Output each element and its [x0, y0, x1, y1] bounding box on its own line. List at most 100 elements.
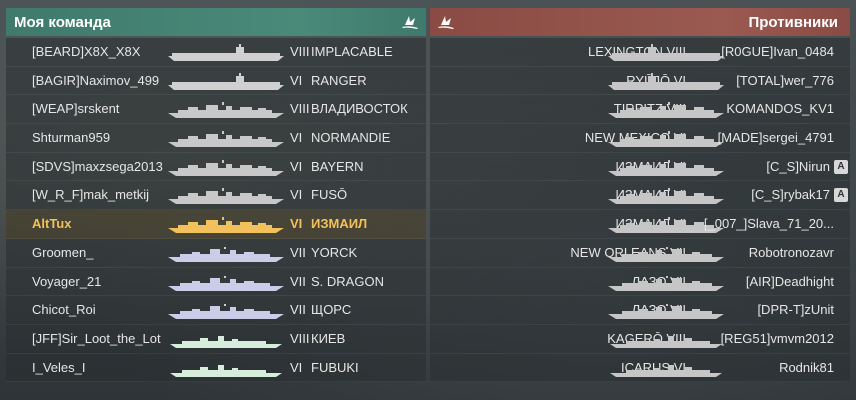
player-name: [JFF]Sir_Loot_the_Lot	[32, 330, 161, 346]
my-team-panel: Моя команда [BEARD]X8X_X8X VIII IMPLACABLE…	[6, 8, 426, 396]
player-name: AltTux	[32, 216, 72, 232]
division-badge-icon: A	[834, 159, 848, 174]
player-row[interactable]: [WEAP]srskent VIII ВЛАДИВОСТОК	[6, 95, 426, 125]
ship-silhouette-icon	[166, 72, 286, 91]
ship-silhouette-icon	[606, 245, 726, 263]
ship-silhouette-icon	[606, 187, 726, 205]
ship-name: S. DRAGON	[311, 273, 384, 289]
player-name: [C_S]rybak17	[751, 187, 830, 203]
enemy-team-panel: Противники LEXINGTON VIII [R0GUE]Ivan_048…	[430, 8, 850, 396]
player-row[interactable]: ЛАЗО VII[AIR]Deadhight	[430, 267, 850, 297]
ship-silhouette-icon	[606, 72, 726, 91]
ship-silhouette-icon	[606, 302, 726, 320]
ship-tier: VII	[290, 302, 306, 318]
ship-tier: VI	[290, 158, 303, 174]
player-name: [WEAP]srskent	[32, 101, 120, 117]
player-row[interactable]: ИЗМАИЛ VI[C_S]NirunA	[430, 152, 850, 182]
my-team-title: Моя команда	[14, 13, 111, 31]
player-name: [_007_]Slava_71_20...	[703, 216, 834, 232]
player-row[interactable]: RYŪJŌ VI[TOTAL]wer_776	[430, 66, 850, 96]
player-row[interactable]: ICARUS VI Rodnik81	[430, 353, 850, 383]
player-name: [R0GUE]Ivan_0484	[721, 44, 834, 59]
ship-name: BAYERN	[311, 158, 364, 174]
ship-name: КИЕВ	[311, 330, 346, 346]
ship-silhouette-icon	[166, 187, 286, 205]
ship-silhouette-icon	[166, 360, 286, 378]
player-row[interactable]: ИЗМАИЛ VI[_007_]Slava_71_20...	[430, 210, 850, 239]
ship-silhouette-icon	[606, 44, 726, 62]
player-name: Robotronozavr	[748, 244, 834, 260]
player-row[interactable]: NEW MEXICO VI[MADE]sergei_4791	[430, 124, 850, 153]
my-team-list: [BEARD]X8X_X8X VIII IMPLACABLE [BAGIR]Naxim…	[6, 38, 426, 383]
ship-tier: VI	[290, 72, 303, 88]
player-row[interactable]: TIRPITZ VIIIKOMANDOS_KV1	[430, 95, 850, 125]
ship-silhouette-icon	[606, 331, 726, 349]
ship-name: ВЛАДИВОСТОК	[311, 101, 408, 117]
ship-name: IMPLACABLE	[311, 44, 393, 59]
ship-silhouette-icon	[166, 302, 286, 320]
ship-silhouette-icon	[166, 274, 286, 292]
player-row[interactable]: Voyager_21 VII S. DRAGON	[6, 267, 426, 297]
ship-name: NORMANDIE	[311, 130, 391, 146]
ship-name: RANGER	[311, 72, 367, 88]
player-row[interactable]: Shturman959 VI NORMANDIE	[6, 124, 426, 153]
player-name: [BEARD]X8X_X8X	[32, 44, 141, 59]
ship-silhouette-icon	[166, 245, 286, 263]
division-badge-icon: A	[834, 188, 848, 203]
ship-tier: VIII	[290, 101, 310, 117]
player-row[interactable]: KAGERŌ VIII [REG51]vmvm2012	[430, 324, 850, 354]
player-row[interactable]: [SDVS]maxzsega2013 VI BAYERN	[6, 152, 426, 182]
player-name: Chicot_Roi	[32, 302, 96, 318]
enemy-team-title: Противники	[748, 13, 838, 31]
ship-silhouette-icon	[606, 101, 726, 119]
ship-silhouette-icon	[166, 44, 286, 62]
my-team-header: Моя команда	[6, 8, 426, 36]
ship-silhouette-icon	[166, 159, 286, 177]
ship-silhouette-icon	[166, 216, 286, 234]
player-row[interactable]: [BAGIR]Naximov_499 VI RANGER	[6, 66, 426, 96]
ship-tier: VIII	[290, 330, 310, 346]
player-row[interactable]: Groomen_ VII YORCK	[6, 238, 426, 268]
ship-tier: VI	[290, 216, 303, 232]
ship-name: ЩОРС	[311, 302, 352, 318]
player-row[interactable]: ЛАЗО VII[DPR-T]zUnit	[430, 296, 850, 325]
player-name: Shturman959	[32, 130, 111, 146]
player-name: [SDVS]maxzsega2013	[32, 158, 163, 174]
player-row[interactable]: [BEARD]X8X_X8X VIII IMPLACABLE	[6, 38, 426, 67]
ship-name: YORCK	[311, 244, 358, 260]
ship-tier: VI	[290, 187, 303, 203]
player-name: [W_R_F]mak_metkij	[32, 187, 150, 203]
player-name: I_Veles_I	[32, 359, 86, 375]
player-row[interactable]: I_Veles_I VI FUBUKI	[6, 353, 426, 383]
ship-silhouette-icon	[606, 360, 726, 378]
ship-name: ИЗМАИЛ	[311, 216, 368, 232]
ship-tier: VII	[290, 273, 306, 289]
ship-silhouette-icon	[166, 101, 286, 119]
ship-tier: VI	[290, 359, 303, 375]
ship-name: FUBUKI	[311, 359, 359, 375]
ship-silhouette-icon	[606, 274, 726, 292]
ship-silhouette-icon	[166, 331, 286, 349]
player-row[interactable]: [W_R_F]mak_metkij VI FUSŌ	[6, 181, 426, 211]
player-row[interactable]: AltTux VI ИЗМАИЛ	[6, 210, 426, 239]
ship-silhouette-icon	[166, 130, 286, 148]
ship-silhouette-icon	[606, 130, 726, 148]
player-name: [REG51]vmvm2012	[720, 330, 834, 346]
enemy-team-list: LEXINGTON VIII[R0GUE]Ivan_0484RYŪJŌ VI[T…	[430, 38, 850, 383]
player-name: [MADE]sergei_4791	[717, 130, 834, 146]
player-row[interactable]: ИЗМАИЛ VI[C_S]rybak17A	[430, 181, 850, 211]
player-row[interactable]: NEW ORLEANS VIIRobotronozavr	[430, 238, 850, 268]
player-name: KOMANDOS_KV1	[726, 101, 834, 117]
team-bird-icon	[436, 12, 456, 32]
player-row[interactable]: [JFF]Sir_Loot_the_Lot VIII КИЕВ	[6, 324, 426, 354]
player-row[interactable]: LEXINGTON VIII [R0GUE]Ivan_0484	[430, 38, 850, 67]
player-name: Voyager_21	[32, 273, 102, 289]
player-name: [TOTAL]wer_776	[736, 72, 834, 88]
player-name: [BAGIR]Naximov_499	[32, 72, 160, 88]
enemy-team-header: Противники	[430, 8, 850, 36]
team-bird-icon	[400, 12, 420, 32]
player-name: Groomen_	[32, 244, 94, 260]
ship-tier: VI	[290, 130, 303, 146]
player-row[interactable]: Chicot_Roi VII ЩОРС	[6, 296, 426, 325]
ship-name: FUSŌ	[311, 187, 348, 203]
